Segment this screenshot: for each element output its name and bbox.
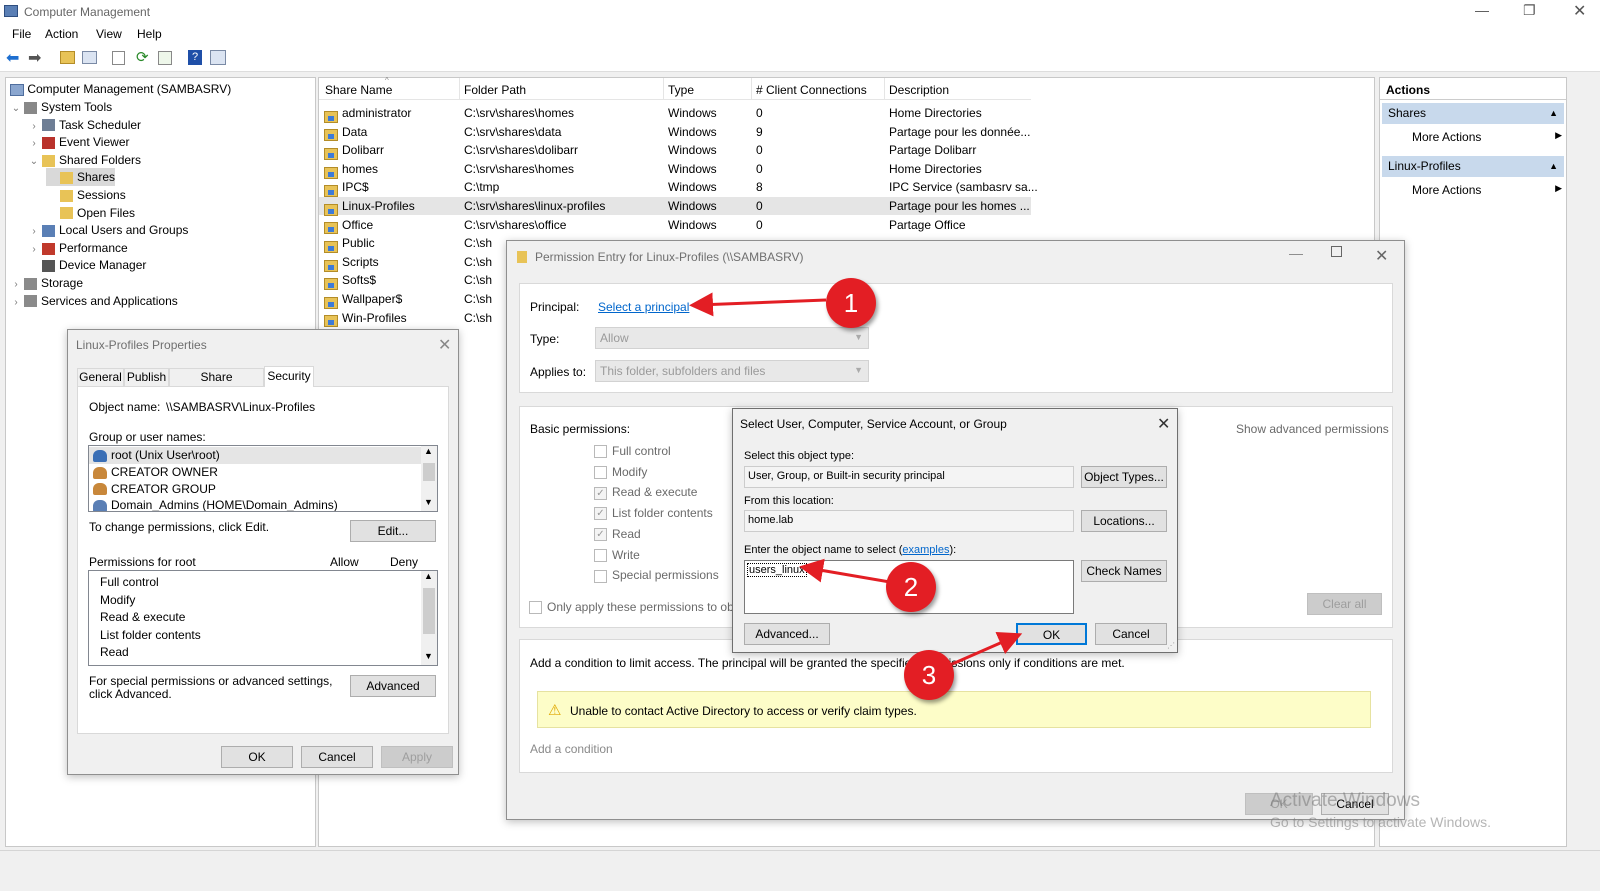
arrow-1 xyxy=(689,292,827,317)
arrow-2 xyxy=(799,558,891,584)
arrow-3 xyxy=(949,632,1023,667)
tab-security[interactable]: Security xyxy=(264,366,314,387)
callout-2: 2 xyxy=(886,562,936,612)
callout-1: 1 xyxy=(826,278,876,328)
annotation-arrows xyxy=(689,292,1023,667)
callout-3: 3 xyxy=(904,650,954,700)
